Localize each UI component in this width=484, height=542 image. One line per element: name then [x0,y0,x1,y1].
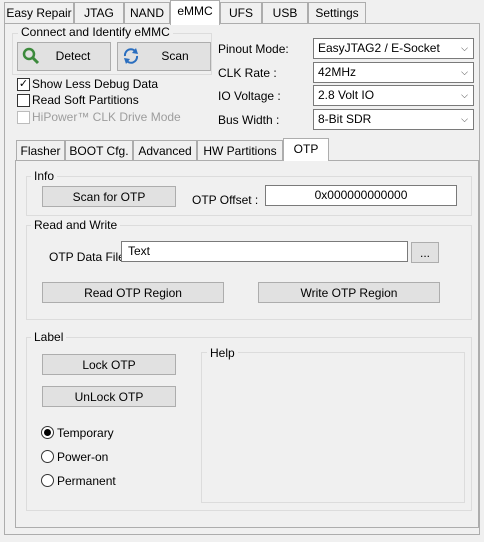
read-write-group-title: Read and Write [31,218,121,232]
io-voltage-select[interactable]: 2.8 Volt IO ⌵ [313,85,474,106]
unlock-otp-button[interactable]: UnLock OTP [42,386,176,407]
chevron-down-icon: ⌵ [461,114,468,124]
permanent-label: Permanent [57,474,116,488]
browse-button[interactable]: ... [411,242,439,263]
otp-offset-label: OTP Offset : [192,193,259,207]
subtab-advanced[interactable]: Advanced [133,140,197,161]
help-group-title: Help [207,346,238,360]
subtab-flasher[interactable]: Flasher [16,140,65,161]
temporary-label: Temporary [57,426,114,440]
help-group [201,352,465,503]
show-less-debug-checkbox[interactable]: ✓ [17,78,30,91]
read-soft-partitions-checkbox[interactable] [17,94,30,107]
io-voltage-label: IO Voltage : [218,89,281,103]
bus-width-select[interactable]: 8-Bit SDR ⌵ [313,109,474,130]
subtab-hw-partitions[interactable]: HW Partitions [197,140,283,161]
show-less-debug-label: Show Less Debug Data [32,77,159,91]
tab-nand[interactable]: NAND [124,2,170,23]
otp-data-file-input[interactable]: Text [121,241,408,262]
clk-rate-select[interactable]: 42MHz ⌵ [313,62,474,83]
hipower-label: HiPower™ CLK Drive Mode [32,110,181,124]
write-otp-region-button[interactable]: Write OTP Region [258,282,440,303]
tab-jtag[interactable]: JTAG [74,2,124,23]
scan-for-otp-button[interactable]: Scan for OTP [42,186,176,207]
chevron-down-icon: ⌵ [461,43,468,53]
pinout-mode-label: Pinout Mode: [218,42,289,56]
bus-width-value: 8-Bit SDR [318,112,372,126]
io-voltage-value: 2.8 Volt IO [318,88,375,102]
otp-offset-field[interactable]: 0x000000000000 [265,185,457,206]
tab-easy-repair[interactable]: Easy Repair [4,2,74,23]
search-icon [22,47,40,65]
label-group-title: Label [31,330,67,344]
temporary-radio[interactable] [41,426,54,439]
subtab-otp[interactable]: OTP [283,138,329,161]
read-otp-region-button[interactable]: Read OTP Region [42,282,224,303]
refresh-icon [123,48,139,64]
tab-usb[interactable]: USB [262,2,308,23]
chevron-down-icon: ⌵ [461,67,468,77]
clk-rate-label: CLK Rate : [218,66,277,80]
chevron-down-icon: ⌵ [461,90,468,100]
scan-button-label: Scan [161,49,189,63]
tab-settings[interactable]: Settings [308,2,366,23]
subtab-boot-cfg[interactable]: BOOT Cfg. [65,140,133,161]
bus-width-label: Bus Width : [218,113,280,127]
lock-otp-button[interactable]: Lock OTP [42,354,176,375]
pinout-mode-value: EasyJTAG2 / E-Socket [318,41,440,55]
otp-data-file-label: OTP Data File [49,250,125,264]
tab-ufs[interactable]: UFS [220,2,262,23]
power-on-label: Power-on [57,450,109,464]
hipower-checkbox[interactable] [17,111,30,124]
detect-button-label: Detect [55,49,91,63]
clk-rate-value: 42MHz [318,65,357,79]
pinout-mode-select[interactable]: EasyJTAG2 / E-Socket ⌵ [313,38,474,59]
read-soft-partitions-label: Read Soft Partitions [32,93,139,107]
read-write-group [26,225,472,320]
info-group-title: Info [31,169,58,183]
tab-emmc[interactable]: eMMC [170,0,220,25]
connect-group-title: Connect and Identify eMMC [18,25,173,39]
power-on-radio[interactable] [41,450,54,463]
permanent-radio[interactable] [41,474,54,487]
